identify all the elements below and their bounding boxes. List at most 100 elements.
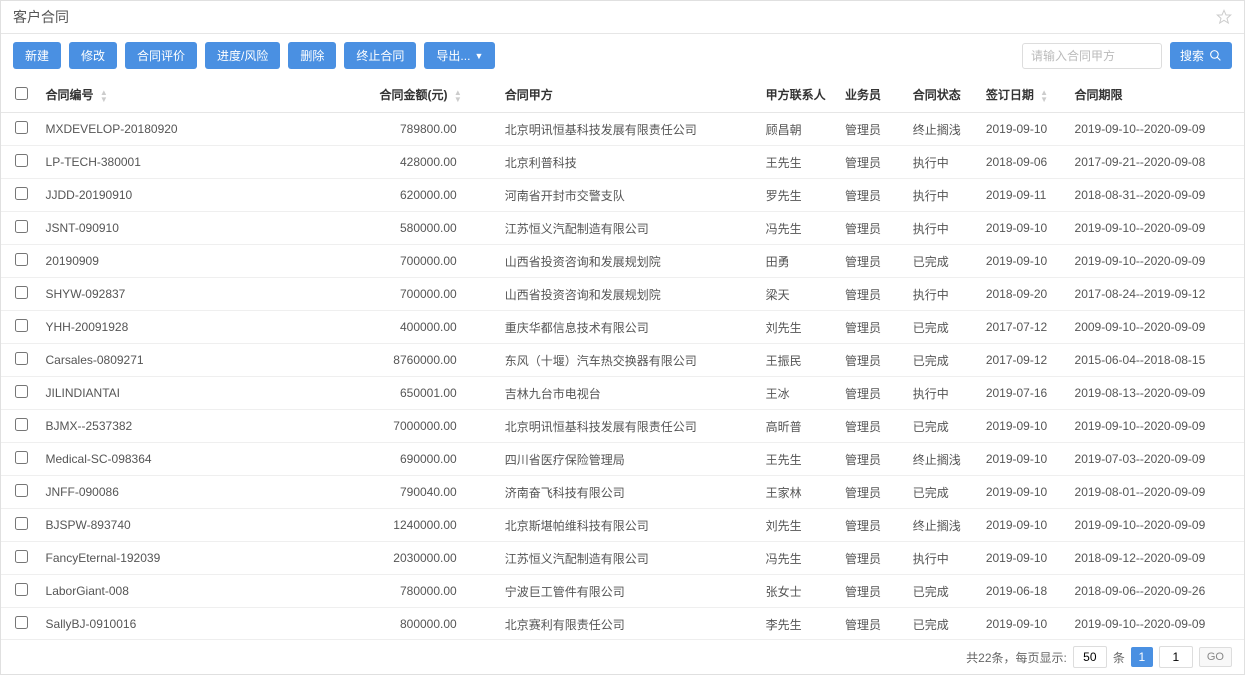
page-go-button[interactable]: GO [1199,647,1232,667]
table-row[interactable]: SHYW-092837700000.00山西省投资咨询和发展规划院梁天管理员执行… [1,278,1244,311]
sort-icon: ▲▼ [100,89,108,103]
new-button[interactable]: 新建 [13,42,61,69]
page-number-current[interactable]: 1 [1131,647,1153,667]
table-row[interactable]: LaborGiant-008780000.00宁波巨工管件有限公司张女士管理员已… [1,575,1244,608]
page-size-input[interactable] [1073,646,1107,668]
table-row[interactable]: JJDD-20190910620000.00河南省开封市交警支队罗先生管理员执行… [1,179,1244,212]
table-row[interactable]: MXDEVELOP-20180920789800.00北京明讯恒基科技发展有限责… [1,113,1244,146]
row-checkbox[interactable] [15,154,28,167]
cell-amount: 8760000.00 [371,344,496,377]
cell-amount: 2030000.00 [371,542,496,575]
cell-contract-no: BJMX--2537382 [38,410,372,443]
cell-status: 执行中 [905,212,978,245]
header-period: 合同期限 [1067,77,1244,113]
header-amount[interactable]: 合同金额(元) ▲▼ [371,77,496,113]
row-checkbox[interactable] [15,319,28,332]
export-button[interactable]: 导出... ▼ [424,42,495,69]
page-size-unit: 条 [1113,649,1125,666]
page-title: 客户合同 [13,7,69,27]
table-row[interactable]: LP-TECH-380001428000.00北京利普科技王先生管理员执行中20… [1,146,1244,179]
cell-date: 2017-09-12 [978,344,1067,377]
cell-sales: 管理员 [837,542,905,575]
cell-party: 东风（十堰）汽车热交换器有限公司 [497,344,758,377]
cell-sales: 管理员 [837,245,905,278]
cell-contact: 田勇 [758,245,837,278]
table-row[interactable]: Carsales-08092718760000.00东风（十堰）汽车热交换器有限… [1,344,1244,377]
cell-status: 已完成 [905,608,978,640]
cell-range: 2009-09-10--2020-09-09 [1067,311,1244,344]
table-row[interactable]: Medical-SC-098364690000.00四川省医疗保险管理局王先生管… [1,443,1244,476]
cell-contract-no: LaborGiant-008 [38,575,372,608]
cell-amount: 428000.00 [371,146,496,179]
row-checkbox[interactable] [15,187,28,200]
cell-sales: 管理员 [837,311,905,344]
row-checkbox[interactable] [15,484,28,497]
header-checkbox-cell [1,77,38,113]
row-checkbox[interactable] [15,253,28,266]
header-sales: 业务员 [837,77,905,113]
cell-contract-no: FancyEternal-192039 [38,542,372,575]
table-row[interactable]: SallyBJ-0910016800000.00北京赛利有限责任公司李先生管理员… [1,608,1244,640]
select-all-checkbox[interactable] [15,87,28,100]
row-checkbox[interactable] [15,418,28,431]
cell-status: 已完成 [905,575,978,608]
cell-contact: 刘先生 [758,509,837,542]
row-checkbox[interactable] [15,616,28,629]
table-row[interactable]: JSNT-090910580000.00江苏恒义汽配制造有限公司冯先生管理员执行… [1,212,1244,245]
pagination: 共22条，每页显示: 条 1 GO [1,639,1244,674]
page-goto-input[interactable] [1159,646,1193,668]
cell-date: 2019-09-10 [978,608,1067,640]
cell-contact: 顾昌朝 [758,113,837,146]
cell-amount: 700000.00 [371,278,496,311]
table-row[interactable]: FancyEternal-1920392030000.00江苏恒义汽配制造有限公… [1,542,1244,575]
row-checkbox[interactable] [15,220,28,233]
cell-sales: 管理员 [837,509,905,542]
row-checkbox[interactable] [15,352,28,365]
review-button[interactable]: 合同评价 [125,42,197,69]
table-row[interactable]: YHH-20091928400000.00重庆华都信息技术有限公司刘先生管理员已… [1,311,1244,344]
terminate-button[interactable]: 终止合同 [344,42,416,69]
search-button[interactable]: 搜索 [1170,42,1232,69]
delete-button[interactable]: 删除 [288,42,336,69]
cell-amount: 620000.00 [371,179,496,212]
row-checkbox[interactable] [15,121,28,134]
edit-button[interactable]: 修改 [69,42,117,69]
row-checkbox[interactable] [15,517,28,530]
cell-amount: 690000.00 [371,443,496,476]
header-sign-date[interactable]: 签订日期 ▲▼ [978,77,1067,113]
cell-status: 执行中 [905,377,978,410]
cell-amount: 800000.00 [371,608,496,640]
toolbar: 新建 修改 合同评价 进度/风险 删除 终止合同 导出... ▼ 搜索 [1,34,1244,77]
cell-date: 2018-09-20 [978,278,1067,311]
cell-contact: 王先生 [758,146,837,179]
cell-date: 2019-09-10 [978,443,1067,476]
table-row[interactable]: JNFF-090086790040.00济南奋飞科技有限公司王家林管理员已完成2… [1,476,1244,509]
contract-table: 合同编号 ▲▼ 合同金额(元) ▲▼ 合同甲方 甲方联系人 业务员 合同状态 签… [1,77,1244,639]
cell-contact: 王振民 [758,344,837,377]
cell-contract-no: 20190909 [38,245,372,278]
row-checkbox[interactable] [15,583,28,596]
table-row[interactable]: BJMX--25373827000000.00北京明讯恒基科技发展有限责任公司高… [1,410,1244,443]
cell-party: 北京明讯恒基科技发展有限责任公司 [497,113,758,146]
search-input[interactable] [1022,43,1162,69]
cell-contract-no: SallyBJ-0910016 [38,608,372,640]
row-checkbox[interactable] [15,550,28,563]
search-label: 搜索 [1180,47,1204,64]
cell-contract-no: JJDD-20190910 [38,179,372,212]
cell-contact: 张女士 [758,575,837,608]
header-contract-no[interactable]: 合同编号 ▲▼ [38,77,372,113]
header-status: 合同状态 [905,77,978,113]
cell-sales: 管理员 [837,410,905,443]
table-body: MXDEVELOP-20180920789800.00北京明讯恒基科技发展有限责… [1,113,1244,640]
cell-status: 执行中 [905,542,978,575]
table-row[interactable]: 20190909700000.00山西省投资咨询和发展规划院田勇管理员已完成20… [1,245,1244,278]
table-row[interactable]: JILINDIANTAI650001.00吉林九台市电视台王冰管理员执行中201… [1,377,1244,410]
table-row[interactable]: BJSPW-8937401240000.00北京斯堪帕维科技有限公司刘先生管理员… [1,509,1244,542]
row-checkbox[interactable] [15,451,28,464]
cell-contract-no: YHH-20091928 [38,311,372,344]
progress-button[interactable]: 进度/风险 [205,42,280,69]
cell-contract-no: JSNT-090910 [38,212,372,245]
row-checkbox[interactable] [15,286,28,299]
row-checkbox[interactable] [15,385,28,398]
favorite-star-icon[interactable] [1216,9,1232,25]
